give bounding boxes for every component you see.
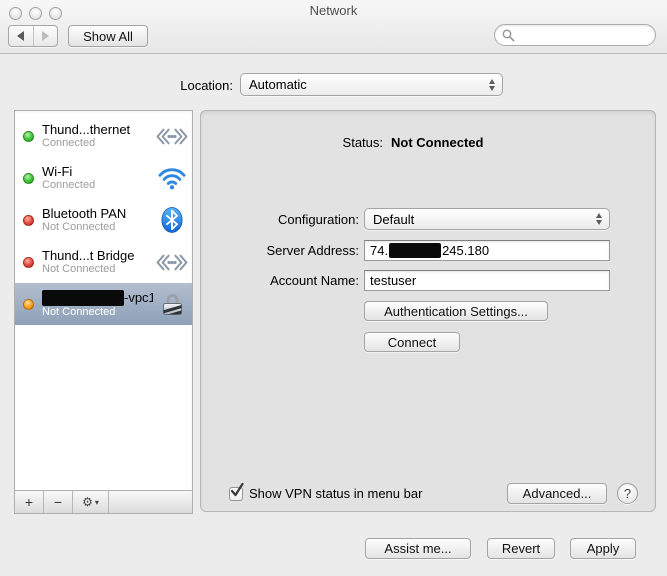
remove-service-button[interactable]: − bbox=[44, 491, 73, 513]
service-row-wifi[interactable]: Wi-Fi Connected bbox=[15, 157, 192, 199]
service-row-thunderbolt-bridge[interactable]: Thund...t Bridge Not Connected bbox=[15, 241, 192, 283]
service-name: Thund...t Bridge bbox=[42, 248, 153, 263]
title-bar: Network Show All bbox=[0, 0, 667, 54]
service-list-actions: + − ⚙▾ bbox=[15, 490, 192, 513]
advanced-button[interactable]: Advanced... bbox=[507, 483, 607, 504]
location-value: Automatic bbox=[249, 77, 307, 92]
popup-stepper-icon bbox=[596, 213, 602, 225]
network-preferences-window: Network Show All Location: Automatic Thu… bbox=[0, 0, 667, 576]
apply-button[interactable]: Apply bbox=[570, 538, 636, 559]
add-service-button[interactable]: + bbox=[15, 491, 44, 513]
service-row-vpn-selected[interactable]: -vpc1 Not Connected bbox=[15, 283, 192, 325]
service-status: Not Connected bbox=[42, 221, 153, 234]
status-dot-red bbox=[23, 257, 34, 268]
service-status: Connected bbox=[42, 179, 153, 192]
redacted-service-name-box bbox=[42, 290, 124, 306]
gear-icon: ⚙ bbox=[82, 496, 93, 508]
show-all-button[interactable]: Show All bbox=[68, 25, 148, 47]
assist-me-button[interactable]: Assist me... bbox=[365, 538, 471, 559]
configuration-popup[interactable]: Default bbox=[364, 208, 610, 230]
service-status: Connected bbox=[42, 137, 153, 150]
service-actions-menu-button[interactable]: ⚙▾ bbox=[73, 491, 109, 513]
configuration-label: Configuration: bbox=[201, 212, 359, 227]
window-title: Network bbox=[0, 3, 667, 18]
status-label: Status: bbox=[201, 135, 383, 150]
service-status: Not Connected bbox=[42, 263, 153, 276]
status-dot-red bbox=[23, 215, 34, 226]
server-address-suffix: 245.180 bbox=[442, 243, 489, 258]
search-field[interactable] bbox=[494, 24, 656, 46]
status-value: Not Connected bbox=[391, 135, 483, 150]
account-name-label: Account Name: bbox=[201, 273, 359, 288]
server-address-prefix: 74. bbox=[370, 243, 388, 258]
location-popup[interactable]: Automatic bbox=[240, 73, 503, 96]
show-vpn-status-checkbox[interactable] bbox=[229, 487, 243, 501]
authentication-settings-button[interactable]: Authentication Settings... bbox=[364, 301, 548, 321]
help-button[interactable]: ? bbox=[617, 483, 638, 504]
search-input[interactable] bbox=[519, 27, 655, 44]
connect-button[interactable]: Connect bbox=[364, 332, 460, 352]
services-sidebar: Thund...thernet Connected Wi- bbox=[14, 110, 193, 514]
connection-detail-panel: Status: Not Connected Configuration: Def… bbox=[200, 110, 656, 512]
service-status: Not Connected bbox=[42, 306, 153, 319]
location-label: Location: bbox=[0, 78, 233, 93]
back-icon bbox=[17, 31, 24, 41]
thunderbolt-ethernet-icon bbox=[153, 127, 191, 146]
service-name: -vpc1 bbox=[124, 290, 153, 305]
history-nav bbox=[8, 25, 58, 47]
forward-icon bbox=[42, 31, 49, 41]
status-dot-green bbox=[23, 173, 34, 184]
service-row-bluetooth-pan[interactable]: Bluetooth PAN Not Connected bbox=[15, 199, 192, 241]
back-button[interactable] bbox=[9, 26, 33, 46]
popup-stepper-icon bbox=[489, 79, 495, 91]
bluetooth-icon bbox=[153, 206, 191, 234]
status-dot-amber bbox=[23, 299, 34, 310]
redacted-ip-box bbox=[389, 243, 441, 258]
chevron-down-icon: ▾ bbox=[95, 498, 99, 507]
show-vpn-status-label: Show VPN status in menu bar bbox=[249, 486, 422, 501]
status-dot-green bbox=[23, 131, 34, 142]
service-name: Thund...thernet bbox=[42, 122, 153, 137]
forward-button[interactable] bbox=[33, 26, 58, 46]
services-list: Thund...thernet Connected Wi- bbox=[15, 111, 192, 325]
search-icon bbox=[502, 29, 515, 42]
server-address-label: Server Address: bbox=[201, 243, 359, 258]
service-name: Wi-Fi bbox=[42, 164, 153, 179]
service-row-thunderbolt-ethernet[interactable]: Thund...thernet Connected bbox=[15, 115, 192, 157]
server-address-field[interactable]: 74. 245.180 bbox=[364, 240, 610, 261]
checkmark-icon bbox=[230, 483, 244, 499]
revert-button[interactable]: Revert bbox=[487, 538, 555, 559]
wifi-icon bbox=[153, 166, 191, 190]
configuration-value: Default bbox=[373, 212, 414, 227]
vpn-lock-icon bbox=[153, 291, 191, 318]
account-name-field[interactable] bbox=[364, 270, 610, 291]
service-name: Bluetooth PAN bbox=[42, 206, 153, 221]
thunderbolt-bridge-icon bbox=[153, 253, 191, 272]
